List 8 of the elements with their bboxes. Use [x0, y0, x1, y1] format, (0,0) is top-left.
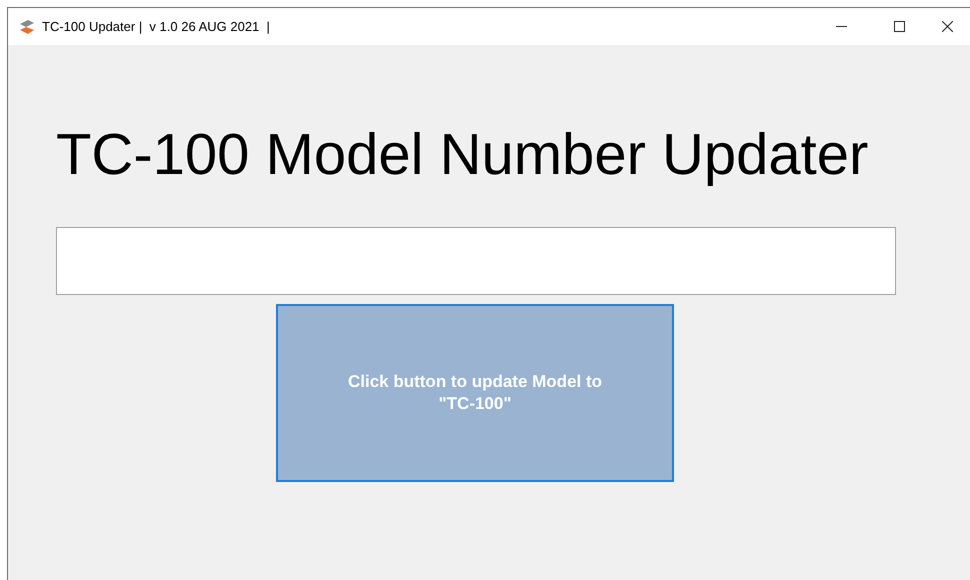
maximize-icon [894, 21, 904, 32]
heading: TC-100 Model Number Updater [56, 125, 868, 185]
window-title: TC-100 Updater | v 1.0 26 AUG 2021 | [42, 18, 270, 36]
app-logo-icon [19, 20, 35, 34]
close-icon [942, 21, 952, 32]
model-input-field[interactable] [56, 227, 896, 295]
update-button[interactable]: Click button to update Model to "TC-100" [276, 304, 674, 482]
minimize-icon [836, 26, 846, 27]
